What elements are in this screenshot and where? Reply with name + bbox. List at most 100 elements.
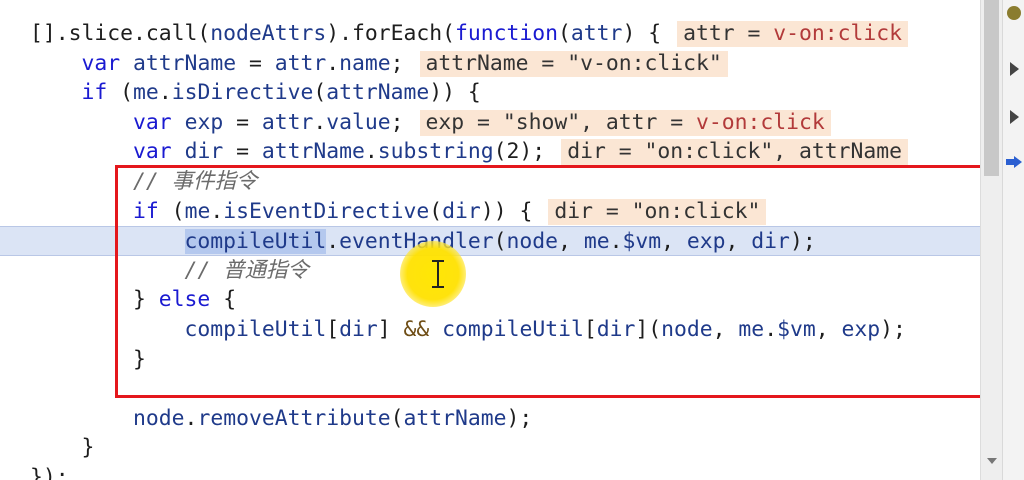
code-token: exp — [841, 317, 881, 342]
code-token: isEventDirective — [223, 198, 430, 224]
code-token: name — [339, 50, 391, 76]
code-token: , — [558, 229, 584, 255]
code-token: [ — [326, 317, 340, 342]
code-token: ); — [880, 317, 906, 342]
code-token: compileUtil — [184, 317, 327, 342]
code-token: dir — [596, 317, 636, 342]
code-token: exp — [184, 109, 224, 135]
code-keyword: if — [133, 198, 159, 224]
hint-text: dir = "on:click" — [554, 198, 761, 224]
code-line[interactable]: } else { — [0, 285, 980, 315]
code-line[interactable]: node.removeAttribute(attrName); — [0, 404, 980, 434]
code-token: attrName — [403, 405, 507, 431]
code-token: . — [326, 229, 340, 255]
code-line[interactable]: }); — [0, 463, 980, 480]
code-token: , — [725, 229, 752, 255]
inline-value-hint: exp = "show", attr = v-on:click — [419, 109, 831, 136]
inline-value-hint: attrName = "v-on:click" — [419, 50, 728, 77]
code-token: = — [223, 139, 262, 165]
scrollbar-thumb[interactable] — [984, 0, 999, 176]
code-token: && — [403, 317, 430, 342]
code-token: node — [506, 229, 559, 255]
code-token: dir — [751, 229, 790, 255]
code-token: removeAttribute — [197, 405, 391, 431]
code-line[interactable]: // 普通指令 — [0, 256, 980, 286]
code-line[interactable]: if (me.isEventDirective(dir)) {dir = "on… — [0, 197, 980, 227]
code-keyword: var — [133, 139, 172, 165]
code-comment: // 事件指令 — [133, 169, 258, 194]
code-line[interactable] — [0, 374, 980, 404]
code-line[interactable]: } — [0, 433, 980, 463]
code-token: )) { — [480, 198, 533, 224]
code-token: me — [184, 198, 211, 224]
code-line[interactable]: compileUtil[dir] && compileUtil[dir](nod… — [0, 315, 980, 345]
code-token: ( — [493, 229, 507, 255]
code-token: ]( — [635, 317, 662, 342]
code-token: me — [738, 317, 765, 342]
code-token: attr — [570, 21, 623, 46]
warning-icon[interactable] — [1007, 6, 1021, 20]
text-cursor-icon — [432, 260, 444, 288]
code-line[interactable]: [].slice.call(nodeAttrs).forEach(functio… — [0, 19, 980, 49]
hint-text: exp = "show", attr = — [425, 109, 696, 135]
hint-text: v-on:click — [773, 21, 903, 46]
code-token: } — [30, 435, 95, 461]
inline-value-hint: dir = "on:click" — [548, 198, 767, 225]
code-line[interactable]: var dir = attrName.substring(2); dir = "o… — [0, 137, 980, 167]
code-line[interactable]: var attrName = attr.name; attrName = "v-o… — [0, 49, 980, 79]
code-keyword: if — [81, 80, 108, 106]
code-token: , — [712, 317, 739, 342]
step-over-icon[interactable] — [1010, 110, 1019, 124]
code-token: ] — [377, 317, 404, 342]
code-selection: compileUtil — [184, 229, 327, 255]
inline-value-hint: attr = v-on:click — [677, 21, 909, 47]
code-token: . — [609, 229, 623, 255]
hint-text: attrName = "v-on:click" — [425, 50, 722, 76]
code-editor[interactable]: [].slice.call(nodeAttrs).forEach(functio… — [0, 0, 980, 480]
code-line[interactable]: // 事件指令 — [0, 167, 980, 197]
code-token: nodeAttrs — [210, 21, 327, 46]
code-line[interactable]: if (me.isDirective(attrName)) { — [0, 78, 980, 108]
code-token: . — [326, 50, 340, 76]
resume-icon[interactable] — [1010, 62, 1019, 76]
code-token: exp — [686, 229, 726, 255]
code-token: $vm — [777, 317, 816, 342]
code-token: . — [158, 80, 172, 106]
code-token: value — [326, 109, 391, 135]
code-token: . — [210, 198, 224, 224]
code-token: $vm — [622, 229, 662, 255]
code-keyword: var — [81, 50, 121, 76]
code-token: node — [661, 317, 713, 342]
vertical-scrollbar[interactable] — [980, 0, 1003, 480]
code-token: attrName — [133, 50, 237, 76]
code-token: ; — [390, 109, 404, 135]
code-token: } — [30, 346, 146, 372]
code-token: me — [133, 80, 159, 106]
chevron-down-icon[interactable] — [987, 458, 997, 464]
code-keyword: else — [158, 287, 211, 313]
code-token: . — [364, 139, 378, 165]
code-token: ); — [789, 229, 816, 255]
code-token: ( — [429, 198, 443, 224]
code-token: )) { — [429, 80, 481, 106]
code-token: ( — [558, 21, 571, 46]
code-token: dir — [442, 198, 481, 224]
code-line-current[interactable]: compileUtil.eventHandler(node, me.$vm, e… — [0, 226, 980, 257]
code-token: dir — [184, 139, 224, 165]
code-token: ) { — [622, 21, 662, 46]
code-token: = — [223, 109, 262, 135]
code-token: . — [184, 405, 198, 431]
code-line[interactable]: var exp = attr.value; exp = "show", attr … — [0, 108, 980, 138]
code-token: ( — [390, 405, 404, 431]
code-line[interactable]: } — [0, 345, 980, 375]
code-token: (2); — [493, 139, 546, 165]
code-token: ( — [313, 80, 327, 106]
code-token: . — [764, 317, 778, 342]
